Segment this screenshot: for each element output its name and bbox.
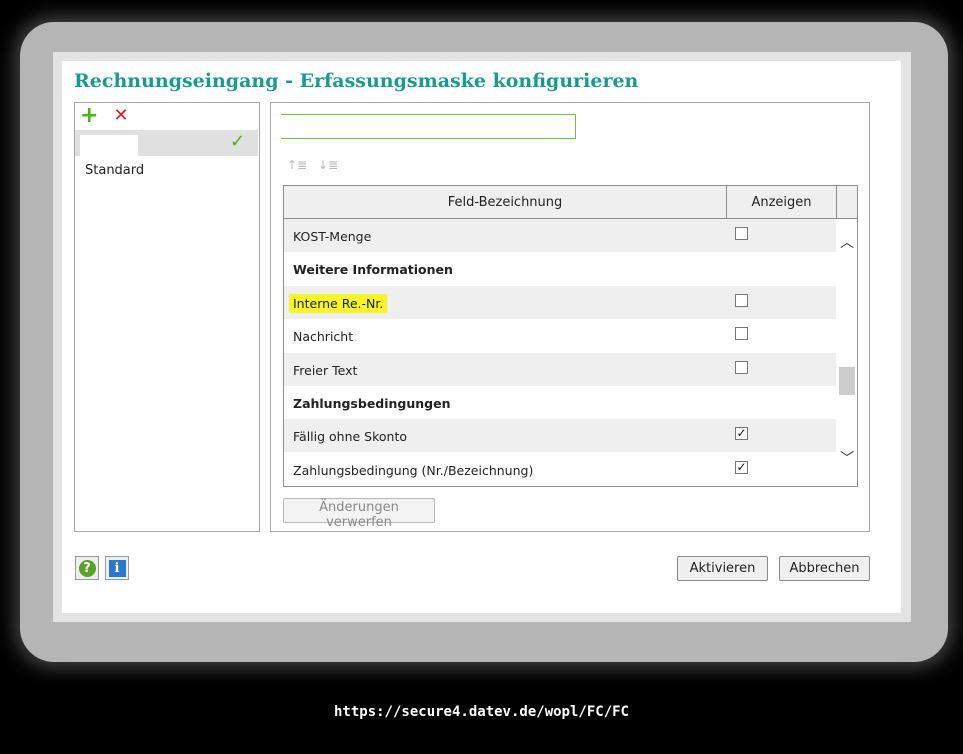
row-label: Fällig ohne Skonto <box>293 429 408 444</box>
row-label: Freier Text <box>293 363 358 378</box>
field-table: Feld-Bezeichnung Anzeigen KOST-Menge Weit… <box>283 185 858 487</box>
profile-list-item[interactable]: Standard <box>85 163 144 178</box>
column-header-field-name[interactable]: Feld-Bezeichnung <box>284 186 727 219</box>
help-icon: ? <box>78 559 96 577</box>
row-label: Zahlungsbedingung (Nr./Bezeichnung) <box>293 463 534 478</box>
show-checkbox[interactable] <box>735 327 748 340</box>
row-label: Zahlungsbedingungen <box>293 396 451 411</box>
move-down-icon[interactable]: ↓≣ <box>318 156 338 174</box>
highlight-marker: Interne Re.-Nr. <box>289 294 388 313</box>
cancel-button[interactable]: Abbrechen <box>779 556 870 581</box>
chevron-down-icon[interactable]: ﹀ <box>839 452 855 466</box>
help-button[interactable]: ? <box>75 556 99 580</box>
show-checkbox[interactable]: ✓ <box>735 427 748 440</box>
dialog-title: Rechnungseingang - Erfassungsmaske konfi… <box>74 70 639 92</box>
profile-name-input[interactable] <box>80 135 138 156</box>
delete-x-icon[interactable]: ✕ <box>112 107 130 125</box>
row-label: Weitere Informationen <box>293 262 453 277</box>
show-checkbox[interactable] <box>735 227 748 240</box>
table-row: Nachricht <box>284 319 836 352</box>
info-button[interactable]: i <box>105 556 129 580</box>
url-caption: https://secure4.datev.de/wopl/FC/FC <box>333 704 629 720</box>
table-row: Freier Text <box>284 353 836 386</box>
column-header-spacer <box>837 186 857 219</box>
column-header-show[interactable]: Anzeigen <box>727 186 837 219</box>
table-row: Fällig ohne Skonto ✓ <box>284 419 836 452</box>
table-row: KOST-Menge <box>284 219 836 252</box>
mask-name-field[interactable] <box>281 114 576 139</box>
table-section-row: Zahlungsbedingungen <box>284 386 836 419</box>
info-icon: i <box>108 559 126 577</box>
row-label: Interne Re.-Nr. <box>289 294 388 313</box>
discard-changes-button[interactable]: Änderungen verwerfen <box>283 498 435 530</box>
show-checkbox[interactable] <box>735 361 748 374</box>
table-section-row: Weitere Informationen <box>284 252 836 285</box>
row-label: Nachricht <box>293 329 354 344</box>
table-row: Zahlungsbedingung (Nr./Bezeichnung) ✓ <box>284 453 836 486</box>
show-checkbox[interactable]: ✓ <box>735 461 748 474</box>
row-label: KOST-Menge <box>293 229 372 244</box>
activate-button[interactable]: Aktivieren <box>677 556 768 581</box>
checkmark-icon[interactable]: ✓ <box>230 131 245 153</box>
plus-icon[interactable]: + <box>80 105 98 127</box>
move-up-icon[interactable]: ↑≣ <box>287 156 307 174</box>
table-row: Interne Re.-Nr. <box>284 286 836 319</box>
scrollbar-thumb[interactable] <box>839 367 855 395</box>
show-checkbox[interactable] <box>735 294 748 307</box>
chevron-up-icon[interactable]: ︿ <box>839 236 855 250</box>
